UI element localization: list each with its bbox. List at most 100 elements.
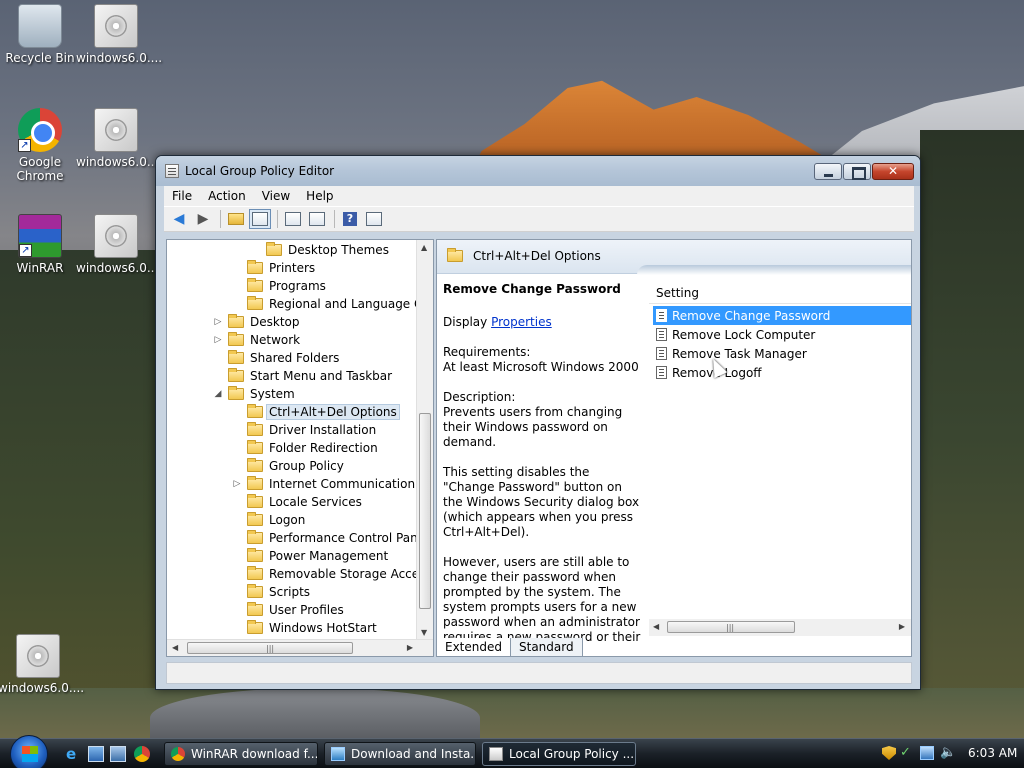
policy-setting-icon: [656, 328, 667, 341]
security-shield-icon[interactable]: [882, 746, 896, 760]
setting-row-remove-task-manager[interactable]: Remove Task Manager: [653, 344, 911, 363]
expand-chevron-icon[interactable]: ▷: [232, 479, 242, 489]
tree-item-group-policy[interactable]: Group Policy: [247, 457, 344, 475]
back-button[interactable]: ◀: [168, 209, 190, 229]
menu-action[interactable]: Action: [200, 186, 254, 206]
tree-item-logon[interactable]: Logon: [247, 511, 305, 529]
scroll-left-arrow-icon[interactable]: ◀: [653, 622, 659, 631]
export-list-button[interactable]: [306, 209, 328, 229]
tree-item-internet-communication[interactable]: Internet Communication M: [247, 475, 429, 493]
forward-button[interactable]: ▶: [192, 209, 214, 229]
taskbar-button-winrar-download[interactable]: WinRAR download f...: [164, 742, 318, 766]
update-check-icon[interactable]: ✓: [900, 746, 914, 760]
switch-windows-icon[interactable]: [110, 746, 126, 762]
desktop-icon-google-chrome[interactable]: ↗ Google Chrome: [0, 108, 80, 183]
tree-item-printers[interactable]: Printers: [247, 259, 315, 277]
scroll-right-arrow-icon[interactable]: ▶: [899, 622, 905, 631]
scroll-thumb[interactable]: |||: [667, 621, 795, 633]
folder-icon: [266, 242, 282, 256]
tree-item-performance-control-panel[interactable]: Performance Control Panel: [247, 529, 428, 547]
tab-standard[interactable]: Standard: [510, 638, 583, 657]
tree-item-network[interactable]: Network: [228, 331, 300, 349]
chrome-quicklaunch-icon[interactable]: [134, 746, 150, 762]
filter-icon: [366, 212, 382, 226]
desktop-icon-winrar[interactable]: ↗ WinRAR: [0, 214, 80, 275]
desktop-icon-package-2[interactable]: windows6.0....: [76, 108, 162, 169]
scroll-up-arrow-icon[interactable]: ▲: [421, 243, 427, 252]
settings-horizontal-scrollbar[interactable]: ◀ ||| ▶: [649, 619, 911, 636]
tree-item-system[interactable]: System: [228, 385, 295, 403]
help-button[interactable]: ?: [339, 209, 361, 229]
tree-item-ctrl-alt-del-options[interactable]: Ctrl+Alt+Del Options: [247, 403, 400, 421]
tree-horizontal-scrollbar[interactable]: ◀ ||| ▶: [167, 639, 433, 656]
desktop-icon-package-4[interactable]: windows6.0....: [0, 634, 84, 695]
tree-item-label: Locale Services: [269, 495, 362, 509]
column-header-setting[interactable]: Setting: [649, 282, 911, 304]
menu-help[interactable]: Help: [298, 186, 341, 206]
show-desktop-icon[interactable]: [88, 746, 104, 762]
internet-explorer-icon[interactable]: e: [66, 746, 82, 762]
close-button[interactable]: [872, 163, 914, 180]
desktop-icon-package-3[interactable]: windows6.0....: [76, 214, 162, 275]
tree-item-label: Programs: [269, 279, 326, 293]
menu-file[interactable]: File: [164, 186, 200, 206]
tree-item-desktop[interactable]: Desktop: [228, 313, 300, 331]
chrome-icon: ↗: [18, 108, 62, 152]
tree-item-regional-language[interactable]: Regional and Language Opt: [247, 295, 433, 313]
filter-button[interactable]: [363, 209, 385, 229]
collapse-chevron-icon[interactable]: ◢: [213, 389, 223, 399]
setting-row-remove-lock-computer[interactable]: Remove Lock Computer: [653, 325, 911, 344]
tree-item-windows-hotstart[interactable]: Windows HotStart: [247, 619, 377, 637]
taskbar-button-label: Local Group Policy ...: [509, 747, 635, 761]
folder-icon: [247, 584, 263, 598]
scroll-right-arrow-icon[interactable]: ▶: [407, 643, 413, 652]
desktop-icon-recycle-bin[interactable]: Recycle Bin: [0, 4, 80, 65]
start-button[interactable]: [10, 735, 48, 768]
tree-item-driver-installation[interactable]: Driver Installation: [247, 421, 376, 439]
scroll-left-arrow-icon[interactable]: ◀: [172, 643, 178, 652]
tree-item-user-profiles[interactable]: User Profiles: [247, 601, 344, 619]
extended-description: Remove Change Password Display Propertie…: [443, 282, 643, 656]
tree-item-label: Removable Storage Access: [269, 567, 432, 581]
menu-view[interactable]: View: [254, 186, 298, 206]
scroll-thumb[interactable]: [419, 413, 431, 609]
tree-item-locale-services[interactable]: Locale Services: [247, 493, 362, 511]
up-one-level-button[interactable]: [225, 209, 247, 229]
setting-row-remove-logoff[interactable]: Remove Logoff: [653, 363, 911, 382]
taskbar-button-local-group-policy[interactable]: Local Group Policy ...: [482, 742, 636, 766]
properties-link[interactable]: Properties: [491, 315, 552, 329]
winrar-icon: ↗: [18, 214, 62, 258]
package-file-icon: [94, 108, 138, 152]
desktop-icon-label: Recycle Bin: [5, 51, 75, 65]
tree-item-programs[interactable]: Programs: [247, 277, 326, 295]
tree-item-desktop-themes[interactable]: Desktop Themes: [266, 241, 389, 259]
tree-item-removable-storage-access[interactable]: Removable Storage Access: [247, 565, 432, 583]
expand-chevron-icon[interactable]: ▷: [213, 317, 223, 327]
volume-icon[interactable]: 🔈: [940, 746, 956, 760]
tree-item-start-menu-taskbar[interactable]: Start Menu and Taskbar: [228, 367, 392, 385]
clock[interactable]: 6:03 AM: [968, 746, 1017, 760]
folder-icon: [247, 512, 263, 526]
properties-button[interactable]: [282, 209, 304, 229]
show-hide-console-tree-button[interactable]: [249, 209, 271, 229]
network-icon[interactable]: [920, 746, 934, 760]
tree-item-power-management[interactable]: Power Management: [247, 547, 388, 565]
tree-item-folder-redirection[interactable]: Folder Redirection: [247, 439, 378, 457]
taskbar-button-download-install[interactable]: Download and Insta...: [324, 742, 476, 766]
console-tree-icon: [252, 212, 268, 226]
desktop-icon-label: Google Chrome: [16, 155, 64, 183]
title-bar[interactable]: Local Group Policy Editor: [156, 156, 920, 186]
scroll-down-arrow-icon[interactable]: ▼: [421, 628, 427, 637]
expand-chevron-icon[interactable]: ▷: [213, 335, 223, 345]
tab-extended[interactable]: Extended: [436, 638, 511, 657]
maximize-button[interactable]: [843, 163, 871, 180]
tree-vertical-scrollbar[interactable]: ▲ ▼: [416, 240, 433, 640]
minimize-button[interactable]: [814, 163, 842, 180]
tree-item-scripts[interactable]: Scripts: [247, 583, 310, 601]
setting-row-remove-change-password[interactable]: Remove Change Password: [653, 306, 911, 325]
tree-item-shared-folders[interactable]: Shared Folders: [228, 349, 339, 367]
desktop-icon-package-1[interactable]: windows6.0....: [76, 4, 162, 65]
forward-arrow-icon: ▶: [197, 211, 209, 227]
scroll-thumb[interactable]: |||: [187, 642, 353, 654]
description-block: Description: Prevents users from changing…: [443, 390, 643, 450]
